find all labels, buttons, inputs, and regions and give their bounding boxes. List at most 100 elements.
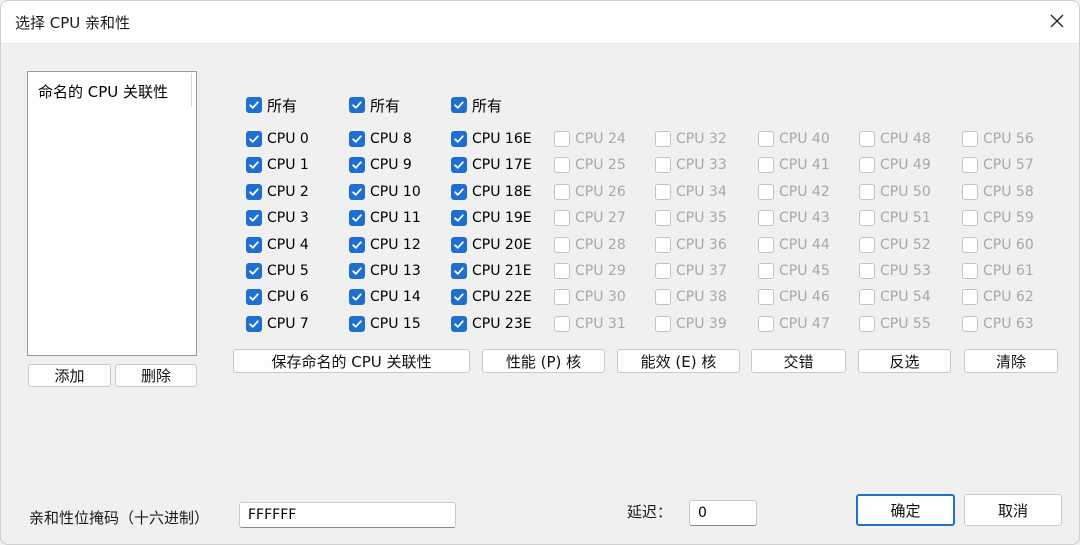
cpu-checkbox-cpu36[interactable]: CPU 36 bbox=[655, 235, 727, 255]
checkbox-checked-icon bbox=[451, 210, 467, 226]
cpu-checkbox-cpu42[interactable]: CPU 42 bbox=[758, 182, 830, 202]
checkbox-unchecked-icon bbox=[962, 316, 978, 332]
cpu-checkbox-cpu26[interactable]: CPU 26 bbox=[554, 182, 626, 202]
checkbox-label: CPU 53 bbox=[880, 263, 931, 279]
cpu-checkbox-cpu16e[interactable]: CPU 16E bbox=[451, 129, 532, 149]
cpu-checkbox-cpu49[interactable]: CPU 49 bbox=[859, 155, 931, 175]
cpu-checkbox-cpu7[interactable]: CPU 7 bbox=[246, 314, 309, 334]
cpu-checkbox-cpu44[interactable]: CPU 44 bbox=[758, 235, 830, 255]
cpu-checkbox-cpu47[interactable]: CPU 47 bbox=[758, 314, 830, 334]
cpu-checkbox-cpu27[interactable]: CPU 27 bbox=[554, 208, 626, 228]
cpu-checkbox-cpu33[interactable]: CPU 33 bbox=[655, 155, 727, 175]
invert-selection-button[interactable]: 反选 bbox=[858, 349, 951, 373]
cpu-checkbox-cpu34[interactable]: CPU 34 bbox=[655, 182, 727, 202]
cpu-checkbox-cpu25[interactable]: CPU 25 bbox=[554, 155, 626, 175]
cancel-button[interactable]: 取消 bbox=[964, 494, 1062, 526]
cpu-checkbox-cpu9[interactable]: CPU 9 bbox=[349, 155, 412, 175]
cpu-checkbox-cpu59[interactable]: CPU 59 bbox=[962, 208, 1034, 228]
cpu-checkbox-cpu21e[interactable]: CPU 21E bbox=[451, 261, 532, 281]
cpu-checkbox-cpu56[interactable]: CPU 56 bbox=[962, 129, 1034, 149]
cpu-checkbox-cpu5[interactable]: CPU 5 bbox=[246, 261, 309, 281]
cpu-checkbox-cpu57[interactable]: CPU 57 bbox=[962, 155, 1034, 175]
cpu-checkbox-cpu50[interactable]: CPU 50 bbox=[859, 182, 931, 202]
cpu-checkbox-cpu30[interactable]: CPU 30 bbox=[554, 287, 626, 307]
checkbox-label: CPU 2 bbox=[267, 184, 309, 200]
checkbox-unchecked-icon bbox=[758, 157, 774, 173]
cpu-checkbox-cpu23e[interactable]: CPU 23E bbox=[451, 314, 532, 334]
checkbox-label: CPU 33 bbox=[676, 157, 727, 173]
checkbox-checked-icon bbox=[451, 316, 467, 332]
cpu-checkbox-cpu11[interactable]: CPU 11 bbox=[349, 208, 421, 228]
cpu-checkbox-cpu2[interactable]: CPU 2 bbox=[246, 182, 309, 202]
named-affinity-list[interactable]: 命名的 CPU 关联性 bbox=[27, 71, 197, 356]
cpu-checkbox-cpu40[interactable]: CPU 40 bbox=[758, 129, 830, 149]
checkbox-label: CPU 22E bbox=[472, 289, 532, 305]
cpu-checkbox-cpu39[interactable]: CPU 39 bbox=[655, 314, 727, 334]
checkbox-label: CPU 38 bbox=[676, 289, 727, 305]
interleave-button[interactable]: 交错 bbox=[751, 349, 846, 373]
cpu-checkbox-cpu8[interactable]: CPU 8 bbox=[349, 129, 412, 149]
ok-button[interactable]: 确定 bbox=[856, 494, 955, 526]
named-list-header[interactable]: 命名的 CPU 关联性 bbox=[29, 73, 192, 107]
cpu-checkbox-cpu58[interactable]: CPU 58 bbox=[962, 182, 1034, 202]
cpu-checkbox-cpu3[interactable]: CPU 3 bbox=[246, 208, 309, 228]
cpu-checkbox-cpu45[interactable]: CPU 45 bbox=[758, 261, 830, 281]
cpu-checkbox-cpu63[interactable]: CPU 63 bbox=[962, 314, 1034, 334]
checkbox-checked-icon bbox=[349, 316, 365, 332]
cpu-checkbox-cpu17e[interactable]: CPU 17E bbox=[451, 155, 532, 175]
cpu-checkbox-cpu24[interactable]: CPU 24 bbox=[554, 129, 626, 149]
cpu-checkbox-cpu53[interactable]: CPU 53 bbox=[859, 261, 931, 281]
cpu-checkbox-cpu52[interactable]: CPU 52 bbox=[859, 235, 931, 255]
cpu-checkbox-cpu6[interactable]: CPU 6 bbox=[246, 287, 309, 307]
save-named-affinity-button[interactable]: 保存命名的 CPU 关联性 bbox=[233, 349, 470, 373]
checkbox-unchecked-icon bbox=[655, 316, 671, 332]
window-title: 选择 CPU 亲和性 bbox=[15, 14, 131, 32]
cpu-checkbox-cpu29[interactable]: CPU 29 bbox=[554, 261, 626, 281]
cpu-checkbox-cpu55[interactable]: CPU 55 bbox=[859, 314, 931, 334]
cpu-checkbox-cpu46[interactable]: CPU 46 bbox=[758, 287, 830, 307]
cpu-checkbox-cpu54[interactable]: CPU 54 bbox=[859, 287, 931, 307]
cpu-checkbox-cpu37[interactable]: CPU 37 bbox=[655, 261, 727, 281]
add-button[interactable]: 添加 bbox=[28, 364, 111, 387]
efficiency-cores-button[interactable]: 能效 (E) 核 bbox=[617, 349, 740, 373]
delete-button[interactable]: 删除 bbox=[115, 364, 197, 387]
select-all-checkbox[interactable]: 所有 bbox=[349, 95, 400, 115]
cpu-checkbox-cpu41[interactable]: CPU 41 bbox=[758, 155, 830, 175]
checkbox-label: CPU 37 bbox=[676, 263, 727, 279]
cpu-checkbox-cpu51[interactable]: CPU 51 bbox=[859, 208, 931, 228]
cpu-checkbox-cpu62[interactable]: CPU 62 bbox=[962, 287, 1034, 307]
checkbox-unchecked-icon bbox=[859, 184, 875, 200]
cpu-checkbox-cpu43[interactable]: CPU 43 bbox=[758, 208, 830, 228]
cpu-checkbox-cpu32[interactable]: CPU 32 bbox=[655, 129, 727, 149]
clear-button[interactable]: 清除 bbox=[964, 349, 1058, 373]
cpu-checkbox-cpu0[interactable]: CPU 0 bbox=[246, 129, 309, 149]
cpu-checkbox-cpu12[interactable]: CPU 12 bbox=[349, 235, 421, 255]
cpu-checkbox-cpu10[interactable]: CPU 10 bbox=[349, 182, 421, 202]
cpu-checkbox-cpu4[interactable]: CPU 4 bbox=[246, 235, 309, 255]
checkbox-unchecked-icon bbox=[655, 237, 671, 253]
cpu-checkbox-cpu22e[interactable]: CPU 22E bbox=[451, 287, 532, 307]
cpu-checkbox-cpu60[interactable]: CPU 60 bbox=[962, 235, 1034, 255]
cpu-checkbox-cpu14[interactable]: CPU 14 bbox=[349, 287, 421, 307]
cpu-checkbox-cpu35[interactable]: CPU 35 bbox=[655, 208, 727, 228]
checkbox-label: CPU 5 bbox=[267, 263, 309, 279]
performance-cores-button[interactable]: 性能 (P) 核 bbox=[482, 349, 605, 373]
checkbox-label: CPU 52 bbox=[880, 237, 931, 253]
cpu-checkbox-cpu15[interactable]: CPU 15 bbox=[349, 314, 421, 334]
cpu-checkbox-cpu28[interactable]: CPU 28 bbox=[554, 235, 626, 255]
cpu-checkbox-cpu61[interactable]: CPU 61 bbox=[962, 261, 1034, 281]
checkbox-label: CPU 15 bbox=[370, 316, 421, 332]
select-all-checkbox[interactable]: 所有 bbox=[451, 95, 502, 115]
cpu-checkbox-cpu1[interactable]: CPU 1 bbox=[246, 155, 309, 175]
cpu-checkbox-cpu18e[interactable]: CPU 18E bbox=[451, 182, 532, 202]
select-all-checkbox[interactable]: 所有 bbox=[246, 95, 297, 115]
cpu-checkbox-cpu13[interactable]: CPU 13 bbox=[349, 261, 421, 281]
cpu-checkbox-cpu38[interactable]: CPU 38 bbox=[655, 287, 727, 307]
affinity-mask-input[interactable] bbox=[239, 502, 456, 528]
cpu-checkbox-cpu20e[interactable]: CPU 20E bbox=[451, 235, 532, 255]
delay-input[interactable] bbox=[689, 500, 757, 526]
cpu-checkbox-cpu48[interactable]: CPU 48 bbox=[859, 129, 931, 149]
cpu-checkbox-cpu19e[interactable]: CPU 19E bbox=[451, 208, 532, 228]
close-button[interactable] bbox=[1043, 7, 1071, 35]
cpu-checkbox-cpu31[interactable]: CPU 31 bbox=[554, 314, 626, 334]
